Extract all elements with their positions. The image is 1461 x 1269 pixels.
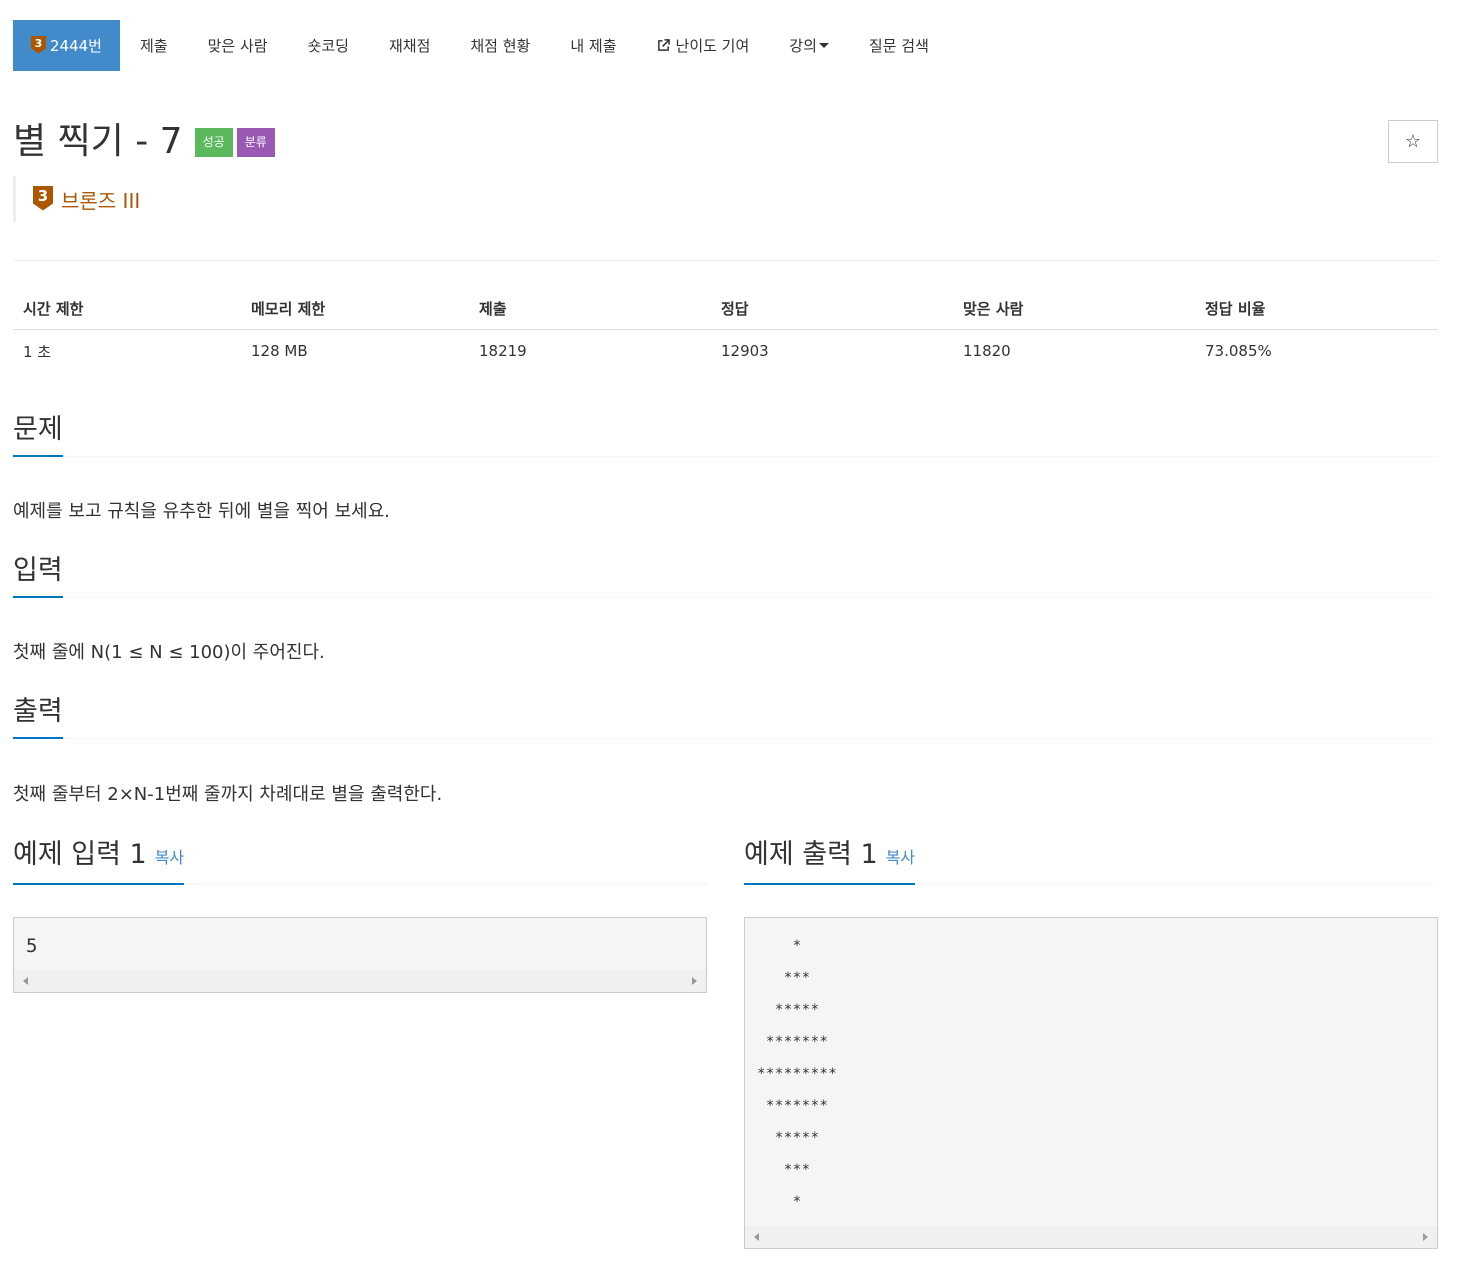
scroll-right-arrow-icon[interactable] <box>1423 1233 1428 1241</box>
tab-lectures[interactable]: 강의 <box>769 20 849 71</box>
tab-judge-status[interactable]: 채점 현황 <box>450 20 550 71</box>
sample-output-header: 예제 출력 1 복사 <box>744 838 1438 885</box>
info-header-row: 시간 제한 메모리 제한 제출 정답 맞은 사람 정답 비율 <box>13 288 1438 330</box>
problem-tier: 3 브론즈 III <box>13 176 140 222</box>
output-section-header: 출력 <box>13 695 1438 739</box>
scroll-left-arrow-icon[interactable] <box>23 977 28 985</box>
favorite-star-button[interactable]: ☆ <box>1388 120 1438 163</box>
sample-input-code: 5 <box>26 935 38 957</box>
star-icon: ☆ <box>1404 131 1422 152</box>
accepted-value: 12903 <box>721 342 769 361</box>
solved-users-value: 11820 <box>963 342 1011 361</box>
sample-input-box[interactable]: 5 <box>13 917 707 993</box>
tab-short-coding[interactable]: 숏코딩 <box>288 20 369 71</box>
problem-description: 예제를 보고 규칙을 유추한 뒤에 별을 찍어 보세요. <box>13 501 390 522</box>
sample-output-code: * *** ***** ******* ********* ******* **… <box>757 938 838 1210</box>
output-description: 첫째 줄부터 2×N-1번째 줄까지 차례대로 별을 출력한다. <box>13 784 443 805</box>
problem-page: 3 2444번 제출 맞은 사람 숏코딩 재채점 채점 현황 내 제출 난이도 … <box>0 0 1461 1269</box>
sample-input-header: 예제 입력 1 복사 <box>13 838 707 885</box>
divider <box>13 260 1438 261</box>
time-limit-value: 1 초 <box>23 342 52 361</box>
tab-rejudge-label: 재채점 <box>388 37 431 55</box>
bronze-tier-icon: 3 <box>33 185 53 213</box>
th-solved-users: 맞은 사람 <box>953 288 1195 330</box>
tab-difficulty-contribution[interactable]: 난이도 기여 <box>637 20 770 71</box>
tier-text: 브론즈 III <box>61 188 141 213</box>
scroll-right-arrow-icon[interactable] <box>692 977 697 985</box>
output-heading: 출력 <box>13 695 63 739</box>
input-description: 첫째 줄에 N(1 ≤ N ≤ 100)이 주어진다. <box>13 642 325 663</box>
th-time-limit: 시간 제한 <box>13 288 241 330</box>
problem-section-header: 문제 <box>13 413 1438 457</box>
tab-submit[interactable]: 제출 <box>120 20 188 71</box>
tab-my-submissions[interactable]: 내 제출 <box>550 20 636 71</box>
tab-submit-label: 제출 <box>139 37 168 55</box>
tab-difficulty-label: 난이도 기여 <box>675 37 750 55</box>
tab-short-coding-label: 숏코딩 <box>307 37 349 55</box>
caret-down-icon <box>818 43 829 48</box>
copy-output-link[interactable]: 복사 <box>886 848 915 867</box>
success-label: 성공 <box>194 127 233 157</box>
th-submissions: 제출 <box>469 288 711 330</box>
sample-output-box[interactable]: * *** ***** ******* ********* ******* **… <box>744 917 1438 1249</box>
problem-info-table: 시간 제한 메모리 제한 제출 정답 맞은 사람 정답 비율 1 초 128 M… <box>13 288 1438 373</box>
scroll-left-arrow-icon[interactable] <box>754 1233 759 1241</box>
input-heading: 입력 <box>13 554 63 598</box>
tab-lectures-label: 강의 <box>789 37 817 55</box>
tab-rejudge[interactable]: 재채점 <box>369 20 450 71</box>
copy-input-link[interactable]: 복사 <box>155 848 184 867</box>
problem-title-row: 별 찍기 - 7 성공 분류 <box>13 120 275 164</box>
sample-input-title: 예제 입력 1 <box>13 839 147 870</box>
tab-my-submissions-label: 내 제출 <box>570 37 617 55</box>
tab-judge-status-label: 채점 현황 <box>470 37 531 55</box>
problem-title: 별 찍기 - 7 <box>13 121 183 162</box>
horizontal-scrollbar[interactable] <box>14 970 706 992</box>
tab-problem-number-label: 2444번 <box>50 37 102 55</box>
th-accept-ratio: 정답 비율 <box>1195 288 1438 330</box>
tab-question-search[interactable]: 질문 검색 <box>849 20 949 71</box>
tab-question-search-label: 질문 검색 <box>868 37 929 55</box>
memory-limit-value: 128 MB <box>251 342 308 361</box>
bronze-tier-icon: 3 <box>31 35 46 56</box>
sample-input-heading: 예제 입력 1 복사 <box>13 838 185 885</box>
th-memory-limit: 메모리 제한 <box>241 288 469 330</box>
tab-solved-users[interactable]: 맞은 사람 <box>188 20 288 71</box>
info-value-row: 1 초 128 MB 18219 12903 11820 73.085% <box>13 329 1438 373</box>
submissions-value: 18219 <box>479 342 527 361</box>
sample-output-title: 예제 출력 1 <box>744 839 878 870</box>
horizontal-scrollbar[interactable] <box>745 1226 1437 1248</box>
accept-ratio-value: 73.085% <box>1205 342 1272 361</box>
tab-solved-users-label: 맞은 사람 <box>207 37 268 55</box>
category-label[interactable]: 분류 <box>236 127 275 157</box>
input-section-header: 입력 <box>13 554 1438 598</box>
sample-output-heading: 예제 출력 1 복사 <box>744 838 916 885</box>
external-link-icon <box>657 39 670 51</box>
tab-problem-number[interactable]: 3 2444번 <box>13 20 120 71</box>
problem-heading: 문제 <box>13 413 63 457</box>
th-accepted: 정답 <box>711 288 953 330</box>
problem-nav-tabs: 3 2444번 제출 맞은 사람 숏코딩 재채점 채점 현황 내 제출 난이도 … <box>13 20 949 71</box>
